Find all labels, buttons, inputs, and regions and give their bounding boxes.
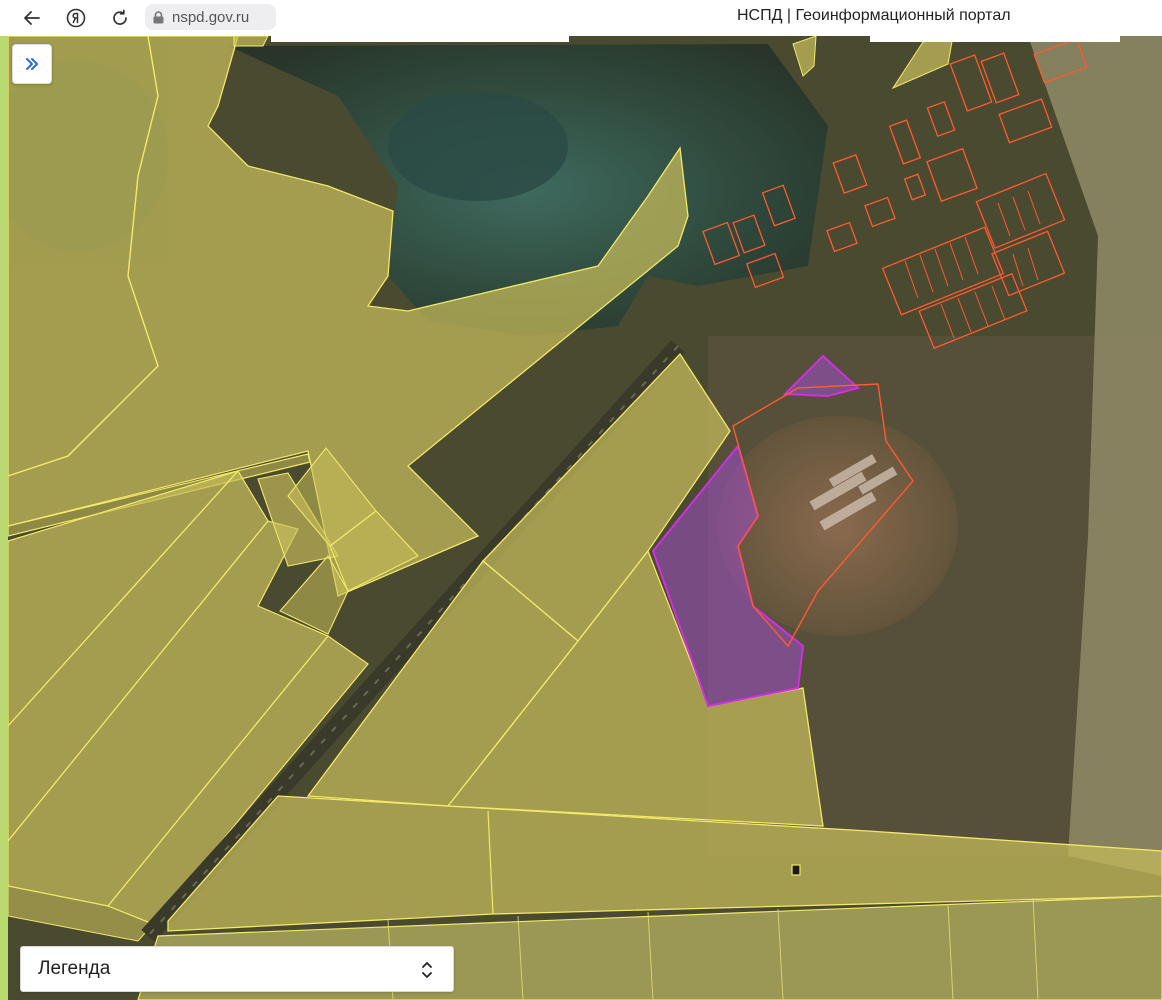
chevron-up-down-icon	[422, 962, 432, 978]
panel-toggle-button[interactable]	[12, 44, 52, 84]
back-button[interactable]	[18, 4, 46, 32]
parcel-marker[interactable]	[791, 864, 801, 876]
yandex-logo-icon	[66, 8, 86, 28]
double-chevron-right-icon	[26, 58, 38, 70]
top-overlay-left	[271, 36, 569, 42]
address-bar[interactable]: nspd.gov.ru	[145, 4, 276, 30]
farm-area	[718, 416, 958, 636]
map-canvas[interactable]	[8, 36, 1162, 1000]
yandex-button[interactable]	[62, 4, 90, 32]
top-overlay-right	[870, 36, 1120, 42]
lake-deep	[388, 91, 568, 201]
legend-label: Легенда	[38, 958, 111, 979]
lock-icon	[153, 10, 164, 23]
legend-dropdown[interactable]: Легенда	[20, 946, 454, 992]
map-layer	[8, 36, 1162, 1000]
browser-toolbar: nspd.gov.ru НСПД | Геоинформационный пор…	[0, 0, 1162, 36]
arrow-left-icon	[24, 11, 40, 25]
reload-icon	[113, 9, 127, 25]
page-title: НСПД | Геоинформационный портал	[737, 7, 1011, 24]
parcel-north-sliver	[233, 36, 269, 47]
reload-button[interactable]	[106, 4, 134, 32]
left-accent-strip	[0, 36, 8, 1000]
url-text: nspd.gov.ru	[172, 8, 250, 26]
